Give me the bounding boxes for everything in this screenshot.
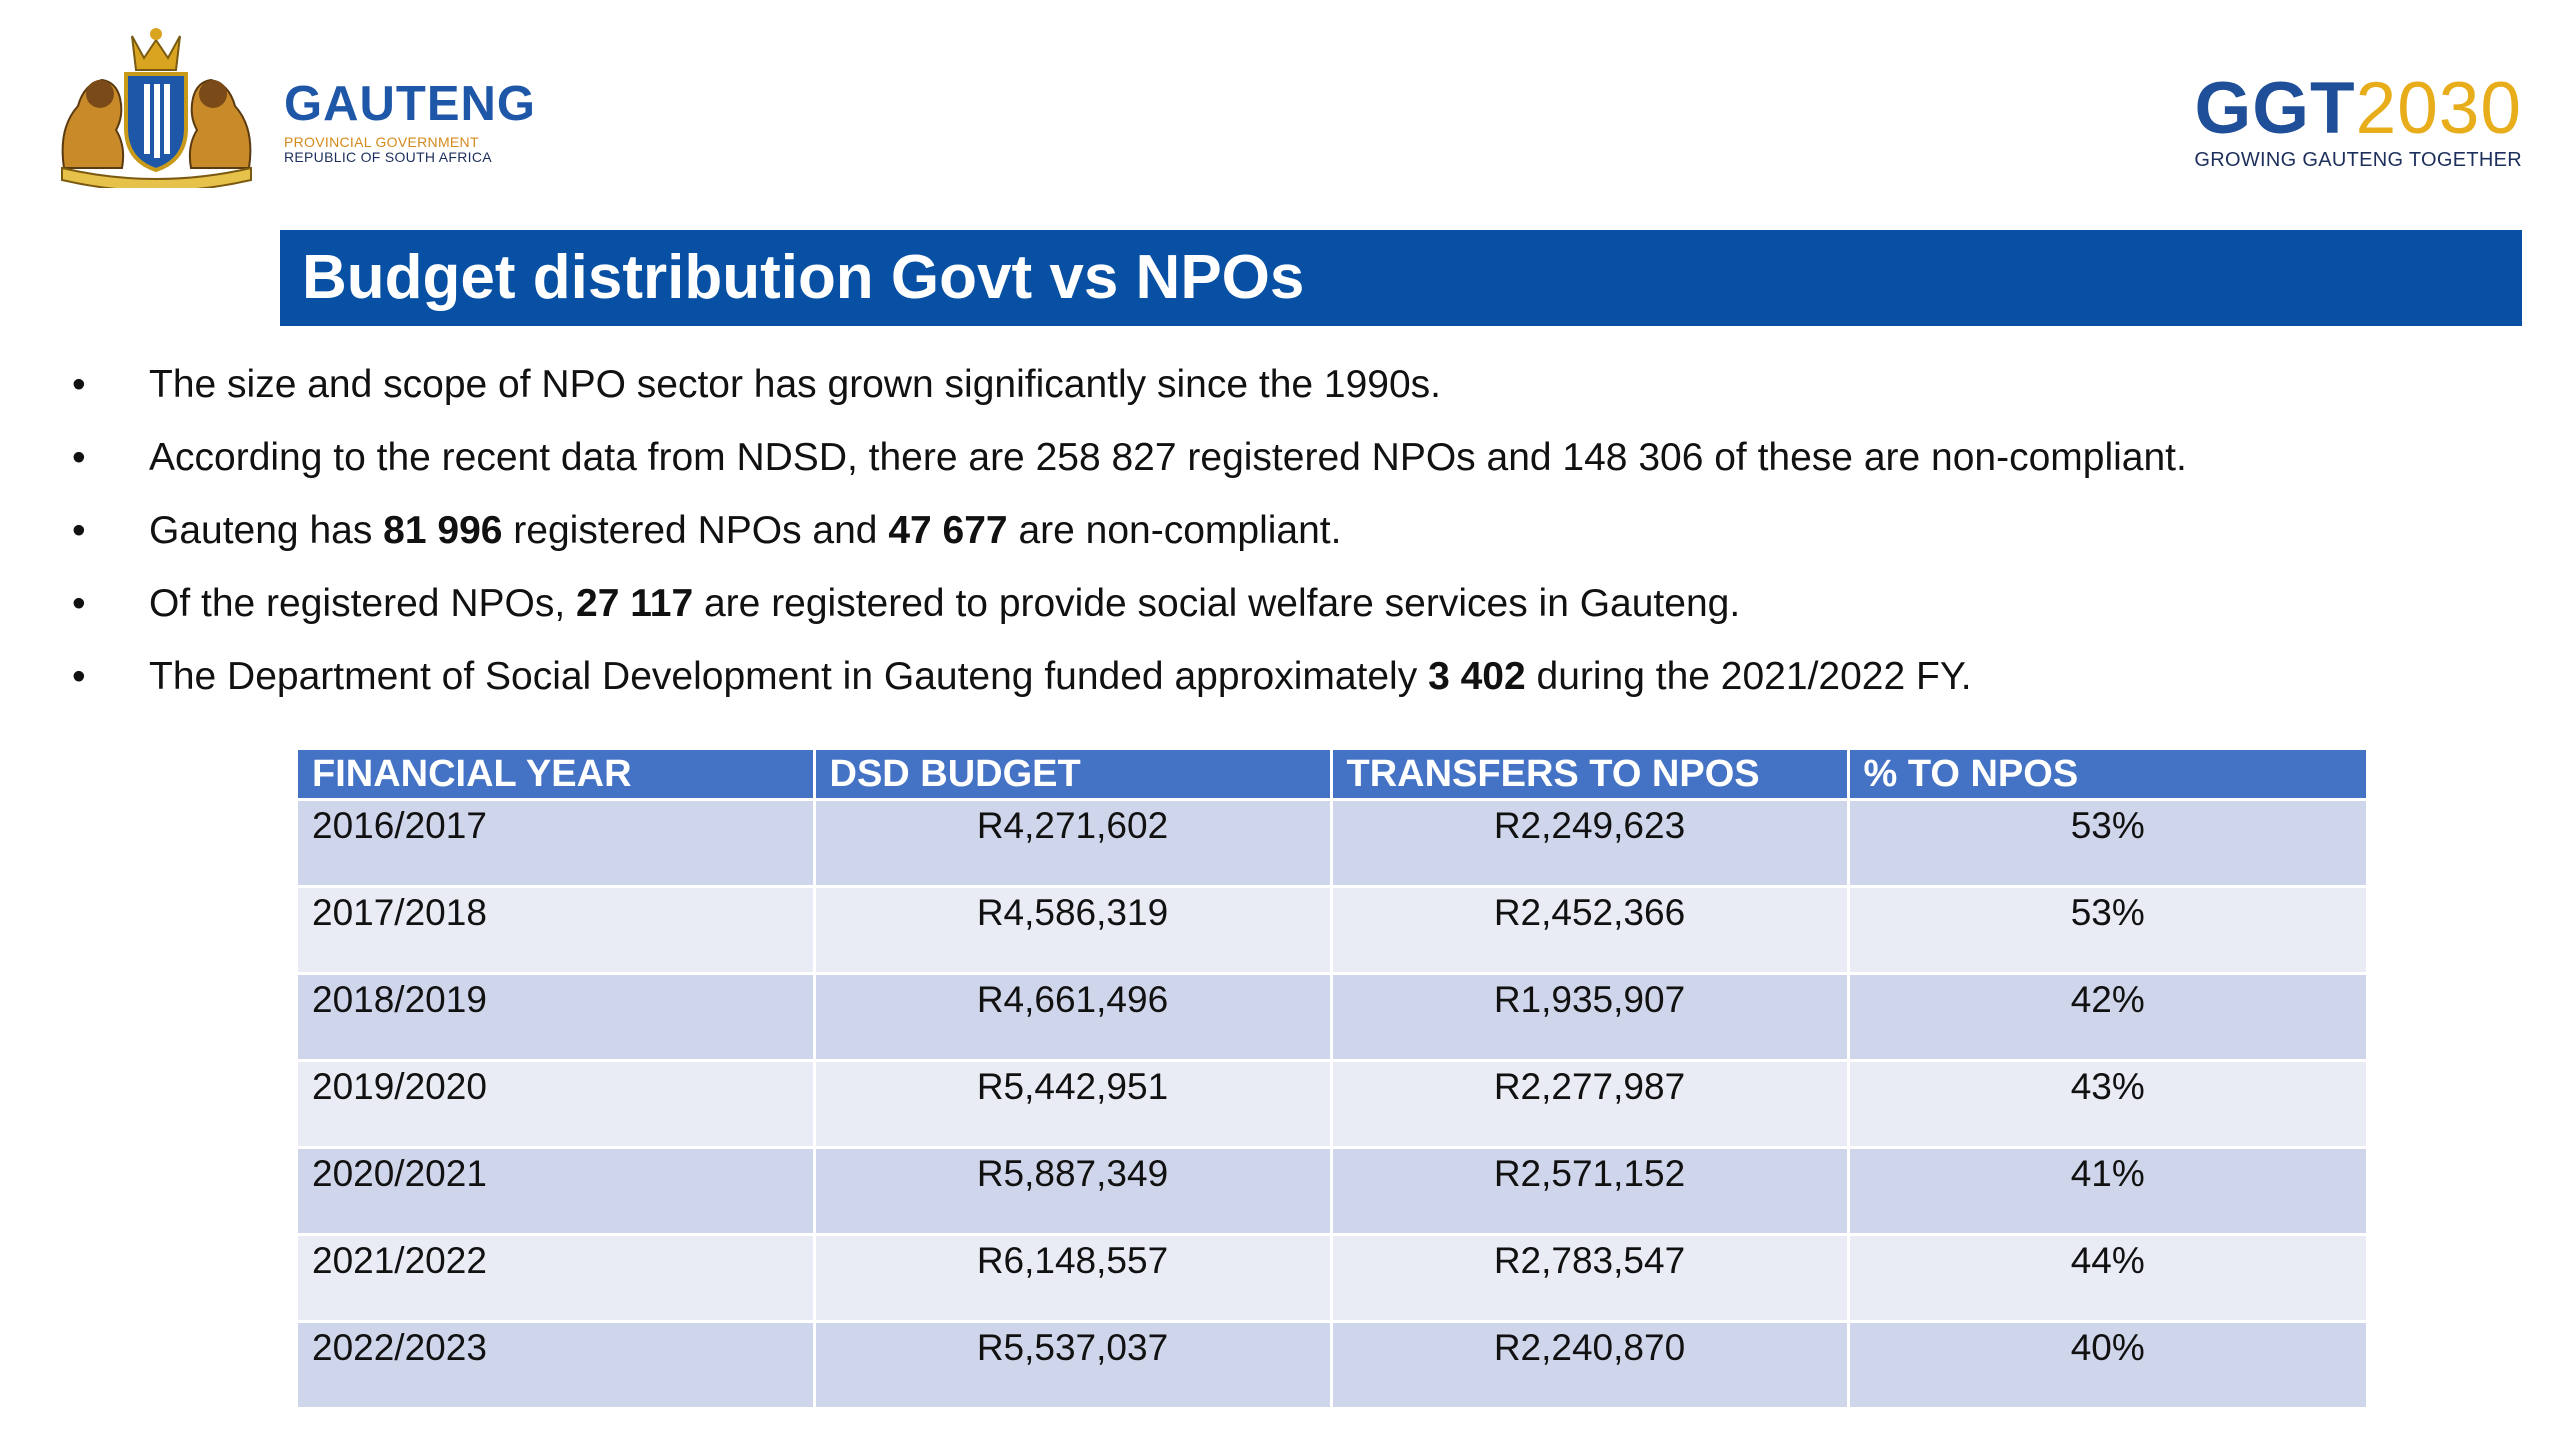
bullet-text: According to the recent data from NDSD, … bbox=[149, 436, 2187, 480]
gauteng-logo: GAUTENG PROVINCIAL GOVERNMENT REPUBLIC O… bbox=[44, 18, 535, 188]
percent-cell: 43% bbox=[1846, 1060, 2366, 1149]
bullet-text-part: Of the registered NPOs, bbox=[149, 582, 577, 625]
financial-year-cell: 2021/2022 bbox=[298, 1234, 814, 1323]
bullet-text: The Department of Social Development in … bbox=[149, 655, 1972, 699]
bullet-item: • The size and scope of NPO sector has gr… bbox=[72, 363, 2512, 437]
bullet-highlight: 3 402 bbox=[1428, 655, 1526, 698]
percent-cell: 53% bbox=[1846, 799, 2366, 888]
header-percent-to-npos: % TO NPOS bbox=[1846, 750, 2366, 801]
coat-of-arms-icon bbox=[61, 28, 252, 188]
dsd-budget-cell: R5,887,349 bbox=[812, 1147, 1331, 1236]
table-row: 2017/2018 R4,586,319 R2,452,366 53% bbox=[298, 886, 2366, 975]
financial-year-cell: 2020/2021 bbox=[298, 1147, 814, 1236]
transfers-cell: R2,571,152 bbox=[1329, 1147, 1848, 1236]
dsd-budget-cell: R6,148,557 bbox=[812, 1234, 1331, 1323]
dsd-budget-cell: R4,586,319 bbox=[812, 886, 1331, 975]
dsd-budget-cell: R4,271,602 bbox=[812, 799, 1331, 888]
table-row: 2018/2019 R4,661,496 R1,935,907 42% bbox=[298, 973, 2366, 1062]
transfers-cell: R2,783,547 bbox=[1329, 1234, 1848, 1323]
ggt-tagline: GROWING GAUTENG TOGETHER bbox=[2194, 149, 2522, 171]
bullet-highlight: 81 996 bbox=[383, 509, 503, 552]
gauteng-subtitle: PROVINCIAL GOVERNMENT bbox=[284, 134, 479, 150]
table-row: 2022/2023 R5,537,037 R2,240,870 40% bbox=[298, 1321, 2366, 1410]
financial-year-cell: 2019/2020 bbox=[298, 1060, 814, 1149]
transfers-cell: R2,249,623 bbox=[1329, 799, 1848, 888]
bullet-text: Gauteng has 81 996 registered NPOs and 4… bbox=[149, 509, 1342, 553]
header-dsd-budget: DSD BUDGET bbox=[812, 750, 1331, 801]
bullet-item: • Of the registered NPOs, 27 117 are regi… bbox=[72, 582, 2512, 656]
bullet-item: • According to the recent data from NDSD,… bbox=[72, 436, 2512, 510]
transfers-cell: R2,277,987 bbox=[1329, 1060, 1848, 1149]
bullet-marker: • bbox=[72, 509, 86, 552]
bullet-text: Of the registered NPOs, 27 117 are regis… bbox=[149, 582, 1741, 626]
bullet-marker: • bbox=[72, 363, 86, 406]
bullet-text-part: registered NPOs and bbox=[502, 509, 889, 552]
table-row: 2020/2021 R5,887,349 R2,571,152 41% bbox=[298, 1147, 2366, 1236]
percent-cell: 53% bbox=[1846, 886, 2366, 975]
gauteng-country: REPUBLIC OF SOUTH AFRICA bbox=[284, 148, 492, 165]
bullet-marker: • bbox=[72, 436, 86, 479]
bullet-text-part: are non-compliant. bbox=[1007, 509, 1342, 552]
bullet-text: The size and scope of NPO sector has gro… bbox=[149, 363, 1442, 407]
bullet-item: • Gauteng has 81 996 registered NPOs and … bbox=[72, 509, 2512, 583]
transfers-cell: R2,452,366 bbox=[1329, 886, 1848, 975]
bullet-item: • The Department of Social Development in… bbox=[72, 655, 2512, 729]
transfers-cell: R1,935,907 bbox=[1329, 973, 1848, 1062]
table-row: 2019/2020 R5,442,951 R2,277,987 43% bbox=[298, 1060, 2366, 1149]
bullet-text-part: According to the recent data from NDSD, … bbox=[149, 436, 2187, 479]
transfers-cell: R2,240,870 bbox=[1329, 1321, 1848, 1410]
percent-cell: 42% bbox=[1846, 973, 2366, 1062]
header-financial-year: FINANCIAL YEAR bbox=[298, 750, 814, 801]
ggt-wordmark: GGT bbox=[2194, 68, 2356, 149]
page-title: Budget distribution Govt vs NPOs bbox=[302, 243, 1305, 312]
financial-year-cell: 2017/2018 bbox=[298, 886, 814, 975]
percent-cell: 40% bbox=[1846, 1321, 2366, 1410]
ggt2030-logo: GGT2030 GROWING GAUTENG TOGETHER bbox=[2182, 72, 2522, 172]
ggt-year: 2030 bbox=[2355, 68, 2522, 149]
table-row: 2021/2022 R6,148,557 R2,783,547 44% bbox=[298, 1234, 2366, 1323]
bullet-highlight: 47 677 bbox=[888, 509, 1008, 552]
table-header-row: FINANCIAL YEAR DSD BUDGET TRANSFERS TO N… bbox=[298, 750, 2366, 801]
table-row: 2016/2017 R4,271,602 R2,249,623 53% bbox=[298, 799, 2366, 888]
financial-year-cell: 2018/2019 bbox=[298, 973, 814, 1062]
dsd-budget-cell: R5,537,037 bbox=[812, 1321, 1331, 1410]
dsd-budget-cell: R5,442,951 bbox=[812, 1060, 1331, 1149]
bullet-list: • The size and scope of NPO sector has gr… bbox=[72, 363, 2512, 729]
bullet-text-part: The size and scope of NPO sector has gro… bbox=[149, 363, 1442, 406]
bullet-highlight: 27 117 bbox=[576, 582, 694, 625]
bullet-marker: • bbox=[72, 655, 86, 698]
bullet-text-part: during the 2021/2022 FY. bbox=[1525, 655, 1972, 698]
percent-cell: 44% bbox=[1846, 1234, 2366, 1323]
percent-cell: 41% bbox=[1846, 1147, 2366, 1236]
title-bar: Budget distribution Govt vs NPOs bbox=[280, 230, 2522, 326]
bullet-text-part: The Department of Social Development in … bbox=[149, 655, 1429, 698]
financial-year-cell: 2022/2023 bbox=[298, 1321, 814, 1410]
financial-year-cell: 2016/2017 bbox=[298, 799, 814, 888]
gauteng-name: GAUTENG bbox=[284, 77, 536, 131]
bullet-text-part: are registered to provide social welfare… bbox=[693, 582, 1741, 625]
budget-table: FINANCIAL YEAR DSD BUDGET TRANSFERS TO N… bbox=[298, 750, 2366, 1410]
bullet-marker: • bbox=[72, 582, 86, 625]
header-transfers-to-npos: TRANSFERS TO NPOS bbox=[1329, 750, 1848, 801]
bullet-text-part: Gauteng has bbox=[149, 509, 384, 552]
dsd-budget-cell: R4,661,496 bbox=[812, 973, 1331, 1062]
